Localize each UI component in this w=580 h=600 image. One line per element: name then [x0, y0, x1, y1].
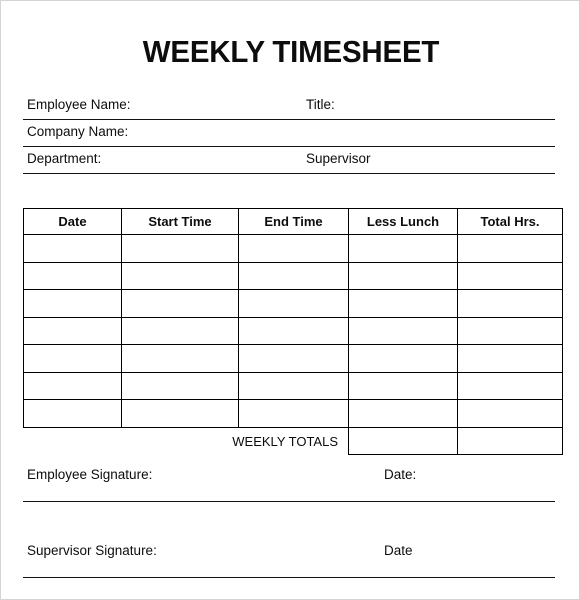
cell-weekly-total-less-lunch[interactable]	[348, 426, 458, 455]
cell-start-time[interactable]	[121, 344, 239, 373]
title-label: Title:	[306, 97, 335, 112]
cell-start-time[interactable]	[121, 399, 239, 428]
cell-end-time[interactable]	[238, 234, 349, 263]
employee-signature-label: Employee Signature:	[27, 467, 153, 482]
table-row	[23, 234, 563, 263]
weekly-totals-label: WEEKLY TOTALS	[232, 433, 338, 449]
cell-end-time[interactable]	[238, 371, 349, 400]
department-label: Department:	[27, 151, 102, 166]
cell-less-lunch[interactable]	[348, 399, 458, 428]
cell-total-hrs[interactable]	[457, 399, 563, 428]
cell-less-lunch[interactable]	[348, 344, 458, 373]
department-row: Department: Supervisor	[23, 147, 555, 174]
cell-date[interactable]	[23, 316, 122, 345]
cell-start-time[interactable]	[121, 316, 239, 345]
column-header-less-lunch: Less Lunch	[348, 208, 458, 235]
employee-name-label: Employee Name:	[27, 97, 131, 112]
cell-start-time[interactable]	[121, 261, 239, 290]
cell-end-time[interactable]	[238, 399, 349, 428]
table-row	[23, 316, 563, 345]
cell-total-hrs[interactable]	[457, 234, 563, 263]
cell-less-lunch[interactable]	[348, 371, 458, 400]
cell-less-lunch[interactable]	[348, 289, 458, 318]
cell-total-hrs[interactable]	[457, 344, 563, 373]
table-row	[23, 371, 563, 400]
company-name-label: Company Name:	[27, 124, 129, 139]
employee-name-row: Employee Name: Title:	[23, 93, 555, 120]
cell-start-time[interactable]	[121, 289, 239, 318]
timesheet-table: Date Start Time End Time Less Lunch Tota…	[23, 208, 563, 455]
column-header-total-hrs: Total Hrs.	[457, 208, 563, 235]
column-header-end-time: End Time	[238, 208, 349, 235]
column-header-date: Date	[23, 208, 122, 235]
cell-total-hrs[interactable]	[457, 371, 563, 400]
cell-date[interactable]	[23, 234, 122, 263]
cell-date[interactable]	[23, 344, 122, 373]
supervisor-signature-row: Supervisor Signature: Date	[23, 539, 555, 578]
company-name-row: Company Name:	[23, 120, 555, 147]
table-header-row: Date Start Time End Time Less Lunch Tota…	[23, 208, 563, 235]
cell-total-hrs[interactable]	[457, 289, 563, 318]
cell-end-time[interactable]	[238, 344, 349, 373]
table-row	[23, 289, 563, 318]
supervisor-signature-label: Supervisor Signature:	[27, 543, 157, 558]
supervisor-label: Supervisor	[306, 151, 371, 166]
cell-less-lunch[interactable]	[348, 316, 458, 345]
cell-weekly-total-hrs[interactable]	[457, 426, 563, 455]
cell-end-time[interactable]	[238, 316, 349, 345]
cell-start-time[interactable]	[121, 371, 239, 400]
cell-end-time[interactable]	[238, 261, 349, 290]
employee-signature-row: Employee Signature: Date:	[23, 463, 555, 502]
cell-total-hrs[interactable]	[457, 261, 563, 290]
cell-less-lunch[interactable]	[348, 261, 458, 290]
table-row	[23, 344, 563, 373]
signature-section: Employee Signature: Date: Supervisor Sig…	[23, 463, 555, 578]
supervisor-signature-date-label: Date	[384, 543, 413, 558]
employee-signature-date-label: Date:	[384, 467, 417, 482]
timesheet-page: WEEKLY TIMESHEET Employee Name: Title: C…	[0, 0, 580, 600]
weekly-totals-row: WEEKLY TOTALS	[24, 426, 563, 455]
cell-less-lunch[interactable]	[348, 234, 458, 263]
cell-date[interactable]	[23, 289, 122, 318]
cell-date[interactable]	[23, 371, 122, 400]
table-row	[23, 399, 563, 428]
cell-date[interactable]	[23, 399, 122, 428]
table-row	[23, 261, 563, 290]
cell-date[interactable]	[23, 261, 122, 290]
employee-info-section: Employee Name: Title: Company Name: Depa…	[23, 93, 555, 174]
cell-total-hrs[interactable]	[457, 316, 563, 345]
column-header-start-time: Start Time	[121, 208, 239, 235]
cell-end-time[interactable]	[238, 289, 349, 318]
cell-start-time[interactable]	[121, 234, 239, 263]
page-title: WEEKLY TIMESHEET	[142, 34, 440, 69]
